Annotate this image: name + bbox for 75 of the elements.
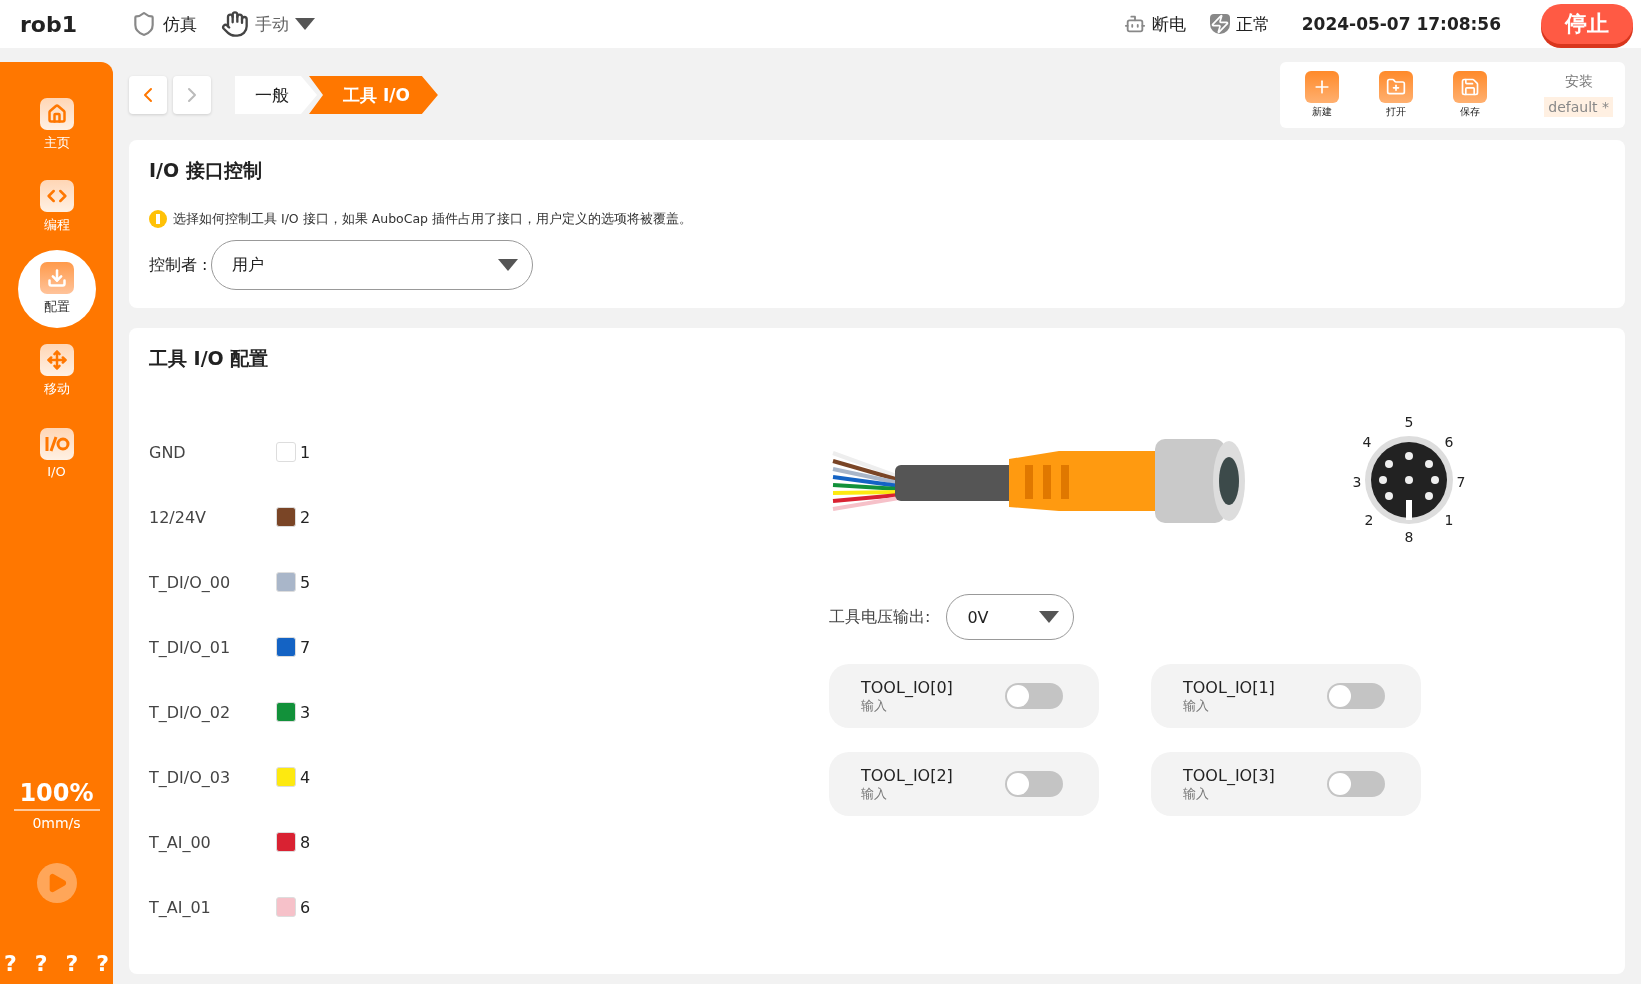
- wire-name: T_AI_00: [149, 832, 212, 852]
- dropdown-caret-icon: [1039, 611, 1060, 623]
- install-label: 安装: [1564, 73, 1593, 91]
- config-icon: [39, 262, 74, 294]
- sidebar-item[interactable]: I/O: [17, 414, 96, 492]
- safety-status: 正常: [1209, 12, 1270, 36]
- wire-name: T_DI/O_01: [149, 637, 232, 657]
- install-value: default *: [1544, 97, 1613, 117]
- pin-number: 2: [300, 507, 311, 527]
- save-file-icon: [1453, 71, 1488, 103]
- help-mark[interactable]: ?: [4, 951, 17, 976]
- info-text: 选择如何控制工具 I/O 接口，如果 AuboCap 插件占用了接口，用户定义的选项将被覆盖。: [173, 210, 692, 228]
- controller-label: 控制者 :: [149, 254, 208, 276]
- pin-number: 3: [300, 702, 311, 722]
- shield-bolt-icon: [1209, 14, 1230, 34]
- dropdown-caret-icon: [498, 259, 519, 271]
- wire-name: T_DI/O_02: [149, 702, 232, 722]
- wire-name: GND: [149, 442, 187, 462]
- wire-name: 12/24V: [149, 507, 208, 527]
- sidebar-item[interactable]: 编程: [17, 168, 96, 246]
- code-icon: [39, 180, 74, 212]
- wire-name: T_DI/O_03: [149, 767, 232, 787]
- datetime: 2024-05-07 17:08:56: [1301, 14, 1501, 34]
- help-mark[interactable]: ?: [34, 951, 48, 976]
- pin-number: 8: [300, 832, 311, 852]
- controller-dropdown[interactable]: 用户: [211, 240, 534, 290]
- toggle-switch[interactable]: [1005, 683, 1063, 709]
- speed-percent: 100%: [13, 779, 100, 811]
- card-title: 工具 I/O 配置: [149, 346, 270, 371]
- wire-name: T_DI/O_00: [149, 572, 232, 592]
- dropdown-caret-icon: [295, 18, 316, 30]
- switch-mode: 输入: [861, 697, 888, 715]
- toggle-switch[interactable]: [1005, 771, 1063, 797]
- card-title: I/O 接口控制: [149, 158, 263, 183]
- breadcrumb-tab[interactable]: 一般: [235, 76, 317, 114]
- pin-number: 4: [300, 767, 311, 787]
- pin-number: 5: [300, 572, 311, 592]
- open-file-icon: [1379, 71, 1414, 103]
- pin-number: 6: [300, 897, 311, 917]
- new-file-icon: [1305, 71, 1340, 103]
- help-mark[interactable]: ?: [65, 951, 79, 976]
- switch-mode: 输入: [1183, 697, 1210, 715]
- pin-number: 1: [300, 442, 311, 462]
- toggle-switch[interactable]: [1327, 683, 1385, 709]
- switch-mode: 输入: [1183, 785, 1210, 803]
- back-button[interactable]: [129, 76, 167, 114]
- sidebar-item[interactable]: 配置: [17, 250, 96, 328]
- connector-pinout-drawing: 5 6 7 1 8 2 3 4: [1349, 412, 1473, 548]
- switch-mode: 输入: [861, 785, 888, 803]
- io-icon: [39, 427, 74, 460]
- help-mark[interactable]: ?: [96, 951, 109, 976]
- home-icon: [39, 98, 74, 130]
- toolbar-button[interactable]: 保存: [1448, 71, 1493, 119]
- velocity: 0mm/s: [32, 815, 81, 831]
- breadcrumb-tab[interactable]: 工具 I/O: [309, 76, 438, 114]
- play-button[interactable]: [36, 863, 77, 903]
- sidebar-item[interactable]: 移动: [17, 332, 96, 410]
- switch-name: TOOL_IO[3]: [1183, 765, 1276, 785]
- move-icon: [39, 344, 74, 376]
- toggle-switch[interactable]: [1327, 771, 1385, 797]
- switch-name: TOOL_IO[2]: [861, 765, 954, 785]
- control-mode-dropdown[interactable]: 手动: [221, 10, 316, 38]
- power-status: 断电: [1123, 12, 1186, 36]
- switch-name: TOOL_IO[0]: [861, 677, 954, 697]
- robot-name: rob1: [20, 11, 78, 37]
- pin-number: 7: [300, 637, 311, 657]
- voltage-label: 工具电压输出:: [829, 606, 931, 628]
- toolbar-button[interactable]: 打开: [1374, 71, 1419, 119]
- sidebar-item[interactable]: 主页: [17, 86, 96, 164]
- toolbar-button[interactable]: 新建: [1300, 71, 1345, 119]
- mode-indicator[interactable]: 仿真: [131, 11, 198, 37]
- info-icon: [149, 210, 167, 228]
- hand-icon: [221, 10, 250, 38]
- switch-name: TOOL_IO[1]: [1183, 677, 1276, 697]
- wire-name: T_AI_01: [149, 897, 212, 917]
